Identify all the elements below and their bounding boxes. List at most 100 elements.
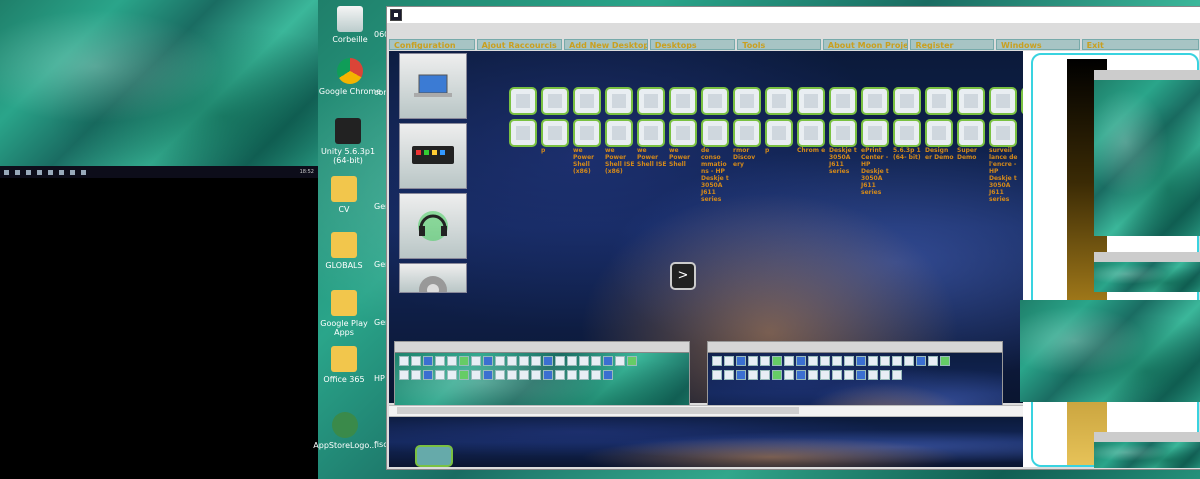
- shortcut-icon: [772, 126, 786, 140]
- sidebar-tile-laptop[interactable]: [399, 53, 467, 119]
- preview-shortcut-icon: [880, 370, 890, 380]
- shortcut-icon: [996, 126, 1010, 140]
- shortcut-label: we Power Shell: [669, 147, 691, 168]
- menu-about[interactable]: About Moon Project: [822, 39, 909, 50]
- preview-shortcut-icon: [483, 356, 493, 366]
- shortcut-tile[interactable]: [573, 119, 601, 147]
- shortcut-tile[interactable]: [989, 119, 1017, 147]
- preview-shortcut-icon: [615, 356, 625, 366]
- preview-shortcut-icon: [591, 356, 601, 366]
- shortcut-tile[interactable]: [509, 87, 537, 115]
- shortcut-tile[interactable]: [925, 119, 953, 147]
- gear-icon: [419, 276, 447, 292]
- google-play-apps-desktop-icon[interactable]: Google Play Apps: [312, 290, 376, 337]
- shortcut-tile[interactable]: [605, 87, 633, 115]
- folder-icon[interactable]: [37, 169, 42, 175]
- shortcut-tile[interactable]: [669, 119, 697, 147]
- shortcut-tile[interactable]: [509, 119, 537, 147]
- shortcut-tile[interactable]: [573, 87, 601, 115]
- shortcut-tile[interactable]: [861, 119, 889, 147]
- shortcut-icon: [644, 126, 658, 140]
- preview-shortcut-icon: [567, 356, 577, 366]
- shortcut-tile[interactable]: [541, 87, 569, 115]
- shortcut-tile[interactable]: [765, 87, 793, 115]
- preview-shortcut-icon: [423, 356, 433, 366]
- shortcut-tile[interactable]: [637, 87, 665, 115]
- preview-titlebar[interactable]: [708, 342, 1002, 353]
- preview-shortcut-icon: [844, 370, 854, 380]
- menu-add-new-desktop[interactable]: Add New Desktop: [564, 39, 648, 50]
- start-icon[interactable]: [4, 169, 9, 175]
- search-icon[interactable]: [15, 169, 20, 175]
- shortcut-icon: [836, 126, 850, 140]
- menu-exit[interactable]: Exit: [1081, 39, 1200, 50]
- shortcut-tile[interactable]: [957, 87, 985, 115]
- next-button[interactable]: >: [670, 262, 696, 290]
- vs-icon[interactable]: [70, 169, 75, 175]
- shortcut-icon: [964, 126, 978, 140]
- preview-shortcut-icon: [507, 370, 517, 380]
- shortcut-tile[interactable]: [861, 87, 889, 115]
- mail-icon[interactable]: [59, 169, 64, 175]
- preview-shortcut-icon: [796, 356, 806, 366]
- preview-shortcut-icon: [904, 356, 914, 366]
- scrollbar-thumb[interactable]: [397, 407, 799, 414]
- preview-shortcut-icon: [880, 356, 890, 366]
- folder-icon: [331, 232, 357, 258]
- cv-folder-desktop-icon[interactable]: CV: [314, 176, 374, 214]
- shortcut-tile[interactable]: [797, 119, 825, 147]
- sidebar-tile-settings[interactable]: [399, 263, 467, 293]
- shortcut-tile[interactable]: [605, 119, 633, 147]
- preview-titlebar[interactable]: [395, 342, 689, 353]
- preview-shortcut-icon: [736, 370, 746, 380]
- menu-ajout-raccourcis[interactable]: Ajout Raccourcis: [476, 39, 563, 50]
- shortcut-tile[interactable]: [893, 87, 921, 115]
- shortcut-tile[interactable]: [701, 87, 729, 115]
- bottom-launcher-tile[interactable]: [415, 445, 453, 467]
- menu-tools[interactable]: Tools: [737, 39, 821, 50]
- globals-folder-desktop-icon[interactable]: GLOBALS: [314, 232, 374, 270]
- shortcut-tile[interactable]: [989, 87, 1017, 115]
- chrome-icon[interactable]: [81, 169, 86, 175]
- shortcut-tile[interactable]: [637, 119, 665, 147]
- shortcut-tile[interactable]: [541, 119, 569, 147]
- shortcut-tile[interactable]: [733, 119, 761, 147]
- shortcut-tile[interactable]: [829, 87, 857, 115]
- sidebar-tile-control-panel[interactable]: [399, 123, 467, 189]
- sidebar-tile-headphones[interactable]: [399, 193, 467, 259]
- menu-desktops[interactable]: Desktops: [649, 39, 736, 50]
- unity-desktop-icon[interactable]: Unity 5.6.3p1 (64-bit): [318, 118, 378, 165]
- office365-desktop-icon[interactable]: Office 365: [314, 346, 374, 384]
- task-view-icon[interactable]: [26, 169, 31, 175]
- shortcut-tile[interactable]: [669, 87, 697, 115]
- menu-register[interactable]: Register: [910, 39, 995, 50]
- shortcut-tile[interactable]: [765, 119, 793, 147]
- preview-shortcut-icon: [471, 356, 481, 366]
- preview-shortcut-icon: [748, 356, 758, 366]
- store-icon[interactable]: [48, 169, 53, 175]
- shortcut-tile[interactable]: [957, 119, 985, 147]
- shortcut-label: rmor Discov ery: [733, 147, 756, 168]
- preview-shortcut-icon: [603, 356, 613, 366]
- shortcut-tile[interactable]: [829, 119, 857, 147]
- shortcut-icon: [868, 126, 882, 140]
- shortcut-tile[interactable]: [925, 87, 953, 115]
- preview-shortcut-icon: [820, 370, 830, 380]
- shortcut-tile[interactable]: [733, 87, 761, 115]
- appstore-logo-desktop-icon[interactable]: AppStoreLogo...: [312, 412, 378, 450]
- recycle-bin-desktop-icon[interactable]: Corbeille: [320, 6, 380, 44]
- shortcut-icon: [708, 126, 722, 140]
- preview-ocean-1[interactable]: [1094, 80, 1200, 236]
- window-titlebar[interactable]: [387, 7, 1200, 23]
- shortcut-tile[interactable]: [701, 119, 729, 147]
- shortcut-icon: [612, 94, 626, 108]
- shortcut-tile[interactable]: [893, 119, 921, 147]
- shortcut-label: Design er Demo: [925, 147, 954, 161]
- menu-windows[interactable]: Windows: [996, 39, 1080, 50]
- menu-configuration[interactable]: Configuration: [389, 39, 475, 50]
- preview-ocean-2[interactable]: [1094, 262, 1200, 292]
- preview-shortcut-icon: [808, 370, 818, 380]
- shortcut-tile[interactable]: [797, 87, 825, 115]
- preview-ocean-3[interactable]: [1094, 442, 1200, 468]
- shortcut-icon: [836, 94, 850, 108]
